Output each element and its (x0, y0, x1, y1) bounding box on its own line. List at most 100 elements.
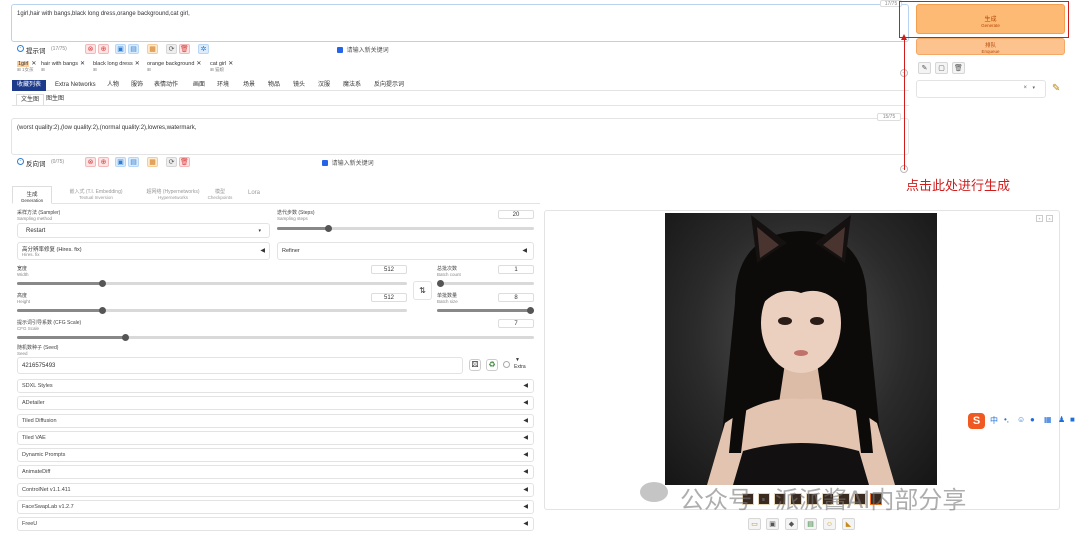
keyboard-icon[interactable]: ▦ (1044, 415, 1052, 424)
close-icon[interactable]: × (1046, 215, 1053, 222)
history-icon[interactable]: ▦ (147, 157, 158, 167)
batch-count-input[interactable]: 1 (498, 265, 534, 274)
negative-keyword-input-row[interactable]: 请输入新关键词 (322, 158, 374, 167)
save-icon[interactable]: ▣ (766, 518, 779, 530)
paste-icon[interactable]: ▤ (128, 157, 139, 167)
generated-image[interactable] (665, 213, 937, 485)
tag-remove-icon[interactable]: ✕ (135, 61, 140, 67)
translate-icon[interactable]: ⊕ (98, 157, 109, 167)
tag-remove-icon[interactable]: ✕ (80, 61, 85, 67)
category-tab[interactable]: 画面 (188, 80, 210, 91)
recycle-icon[interactable]: ♻ (486, 359, 498, 371)
load-icon[interactable]: ⟳ (166, 44, 177, 54)
ime-lang[interactable]: 中 (990, 415, 998, 426)
category-tab[interactable]: 场景 (238, 80, 260, 91)
steps-slider-thumb[interactable] (324, 225, 332, 232)
swap-dimensions-button[interactable]: ⇅ (413, 281, 432, 300)
gen-tab-generation[interactable]: 生成 Generation (12, 186, 52, 204)
punctuation-icon[interactable]: •, (1004, 415, 1009, 424)
batch-count-slider[interactable] (437, 280, 534, 287)
copy-icon[interactable]: ▣ (115, 157, 126, 167)
width-slider-thumb[interactable] (99, 280, 107, 287)
height-slider-thumb[interactable] (99, 307, 107, 314)
copy-icon[interactable]: ▣ (115, 44, 126, 54)
hires-fix-accordion[interactable]: 高分辨率修复 (Hires. fix) Hires. fix ◀ (17, 242, 270, 260)
accordion-tiled-vae[interactable]: Tiled VAE ◀ (17, 431, 534, 445)
keyword-input-row[interactable]: 请输入新关键词 (337, 45, 389, 54)
category-tab[interactable]: 物品 (263, 80, 285, 91)
send-to-img2img-icon[interactable]: ▤ (804, 518, 817, 530)
paste-icon[interactable]: ▤ (128, 44, 139, 54)
collapse-icon[interactable]: - (17, 45, 24, 52)
tag-item[interactable]: orange background ✕ ⊞ (147, 60, 201, 73)
mode-tab-txt2img[interactable]: 文生图 (16, 94, 45, 105)
category-tab[interactable]: 表情动作 (149, 80, 183, 91)
emoji-icon[interactable]: ☺ (1017, 415, 1025, 424)
category-tab[interactable]: 镜头 (288, 80, 310, 91)
tag-item[interactable]: hair with bangs ✕ ⊞ (41, 60, 85, 73)
category-tab[interactable]: 人物 (102, 80, 124, 91)
edit-style-icon[interactable]: ✎ (918, 62, 931, 74)
accordion-sdxl-styles[interactable]: SDXL Styles ◀ (17, 379, 534, 393)
generate-button[interactable]: 生成 Generate (916, 4, 1065, 34)
open-folder-icon[interactable]: ▭ (748, 518, 761, 530)
batch-size-slider-thumb[interactable] (527, 307, 534, 314)
load-icon[interactable]: ⟳ (166, 157, 177, 167)
styles-dropdown[interactable]: × ▾ (916, 80, 1046, 98)
tag-item[interactable]: black long dress ✕ ⊞ (93, 60, 140, 73)
ime-logo-icon[interactable]: S (968, 413, 985, 429)
height-input[interactable]: 512 (371, 293, 407, 302)
accordion-freeu[interactable]: FreeU ◀ (17, 517, 534, 531)
send-to-extras-icon[interactable]: ◣ (842, 518, 855, 530)
height-slider[interactable] (17, 307, 407, 314)
width-slider[interactable] (17, 280, 407, 287)
steps-input[interactable]: 20 (498, 210, 534, 219)
accordion-adetailer[interactable]: ADetailer ◀ (17, 396, 534, 410)
cfg-input[interactable]: 7 (498, 319, 534, 328)
batch-size-slider[interactable] (437, 307, 534, 314)
user-icon[interactable]: ♟ (1058, 415, 1065, 424)
dice-icon[interactable]: ⚄ (469, 359, 481, 371)
accordion-tiled-diffusion[interactable]: Tiled Diffusion ◀ (17, 414, 534, 428)
prompt-textarea[interactable]: 1girl,hair with bangs,black long dress,o… (11, 4, 909, 42)
accordion-dynamic-prompts[interactable]: Dynamic Prompts ◀ (17, 448, 534, 462)
seed-input[interactable]: 4216575493 (17, 357, 463, 374)
batch-count-slider-thumb[interactable] (437, 280, 444, 287)
pencil-icon[interactable]: ✎ (1052, 83, 1060, 94)
width-input[interactable]: 512 (371, 265, 407, 274)
tag-remove-icon[interactable]: ✕ (228, 61, 233, 67)
steps-slider[interactable] (277, 225, 534, 232)
category-tab[interactable]: 魔法系 (338, 80, 366, 91)
skin-icon[interactable]: ■ (1070, 415, 1075, 424)
category-tab[interactable]: 服饰 (126, 80, 148, 91)
tag-remove-icon[interactable]: ✕ (196, 61, 201, 67)
history-icon[interactable]: ▦ (147, 44, 158, 54)
delete-icon[interactable]: 🗑 (179, 44, 190, 54)
category-tab[interactable]: 反向提示词 (369, 80, 409, 91)
send-to-inpaint-icon[interactable]: ☺ (823, 518, 836, 530)
refiner-accordion[interactable]: Refiner ◀ (277, 242, 534, 260)
mode-tab-img2img[interactable]: 图生图 (42, 94, 68, 105)
keyword-checkbox[interactable] (322, 160, 328, 167)
category-tab[interactable]: 汉服 (313, 80, 335, 91)
category-tab[interactable]: Extra Networks (50, 80, 101, 91)
clear-prompt-icon[interactable]: ⊗ (85, 44, 96, 54)
keyword-checkbox[interactable] (337, 47, 343, 54)
accordion-controlnet[interactable]: ControlNet v1.1.411 ◀ (17, 483, 534, 497)
cfg-slider-thumb[interactable] (122, 334, 130, 341)
category-tab[interactable]: 收藏列表 (12, 80, 47, 91)
microphone-icon[interactable]: ● (1030, 415, 1035, 424)
negative-prompt-textarea[interactable]: (worst quality:2),(low quality:2),(norma… (11, 118, 909, 155)
trash-style-icon[interactable]: 🗑 (952, 62, 965, 74)
batch-size-input[interactable]: 8 (498, 293, 534, 302)
gen-tab-lora[interactable]: Lora (248, 190, 260, 196)
gen-tab-checkpoints[interactable]: 模型 Checkpoints (205, 188, 235, 200)
settings-icon[interactable]: ✲ (198, 44, 209, 54)
extra-checkbox[interactable] (503, 361, 510, 368)
sampler-select[interactable]: Restart ▾ (17, 223, 270, 238)
zip-icon[interactable]: ◆ (785, 518, 798, 530)
collapse-icon[interactable]: - (17, 158, 24, 165)
enqueue-button[interactable]: 排队 Enqueue (916, 38, 1065, 55)
translate-icon[interactable]: ⊕ (98, 44, 109, 54)
cfg-slider[interactable] (17, 334, 534, 341)
